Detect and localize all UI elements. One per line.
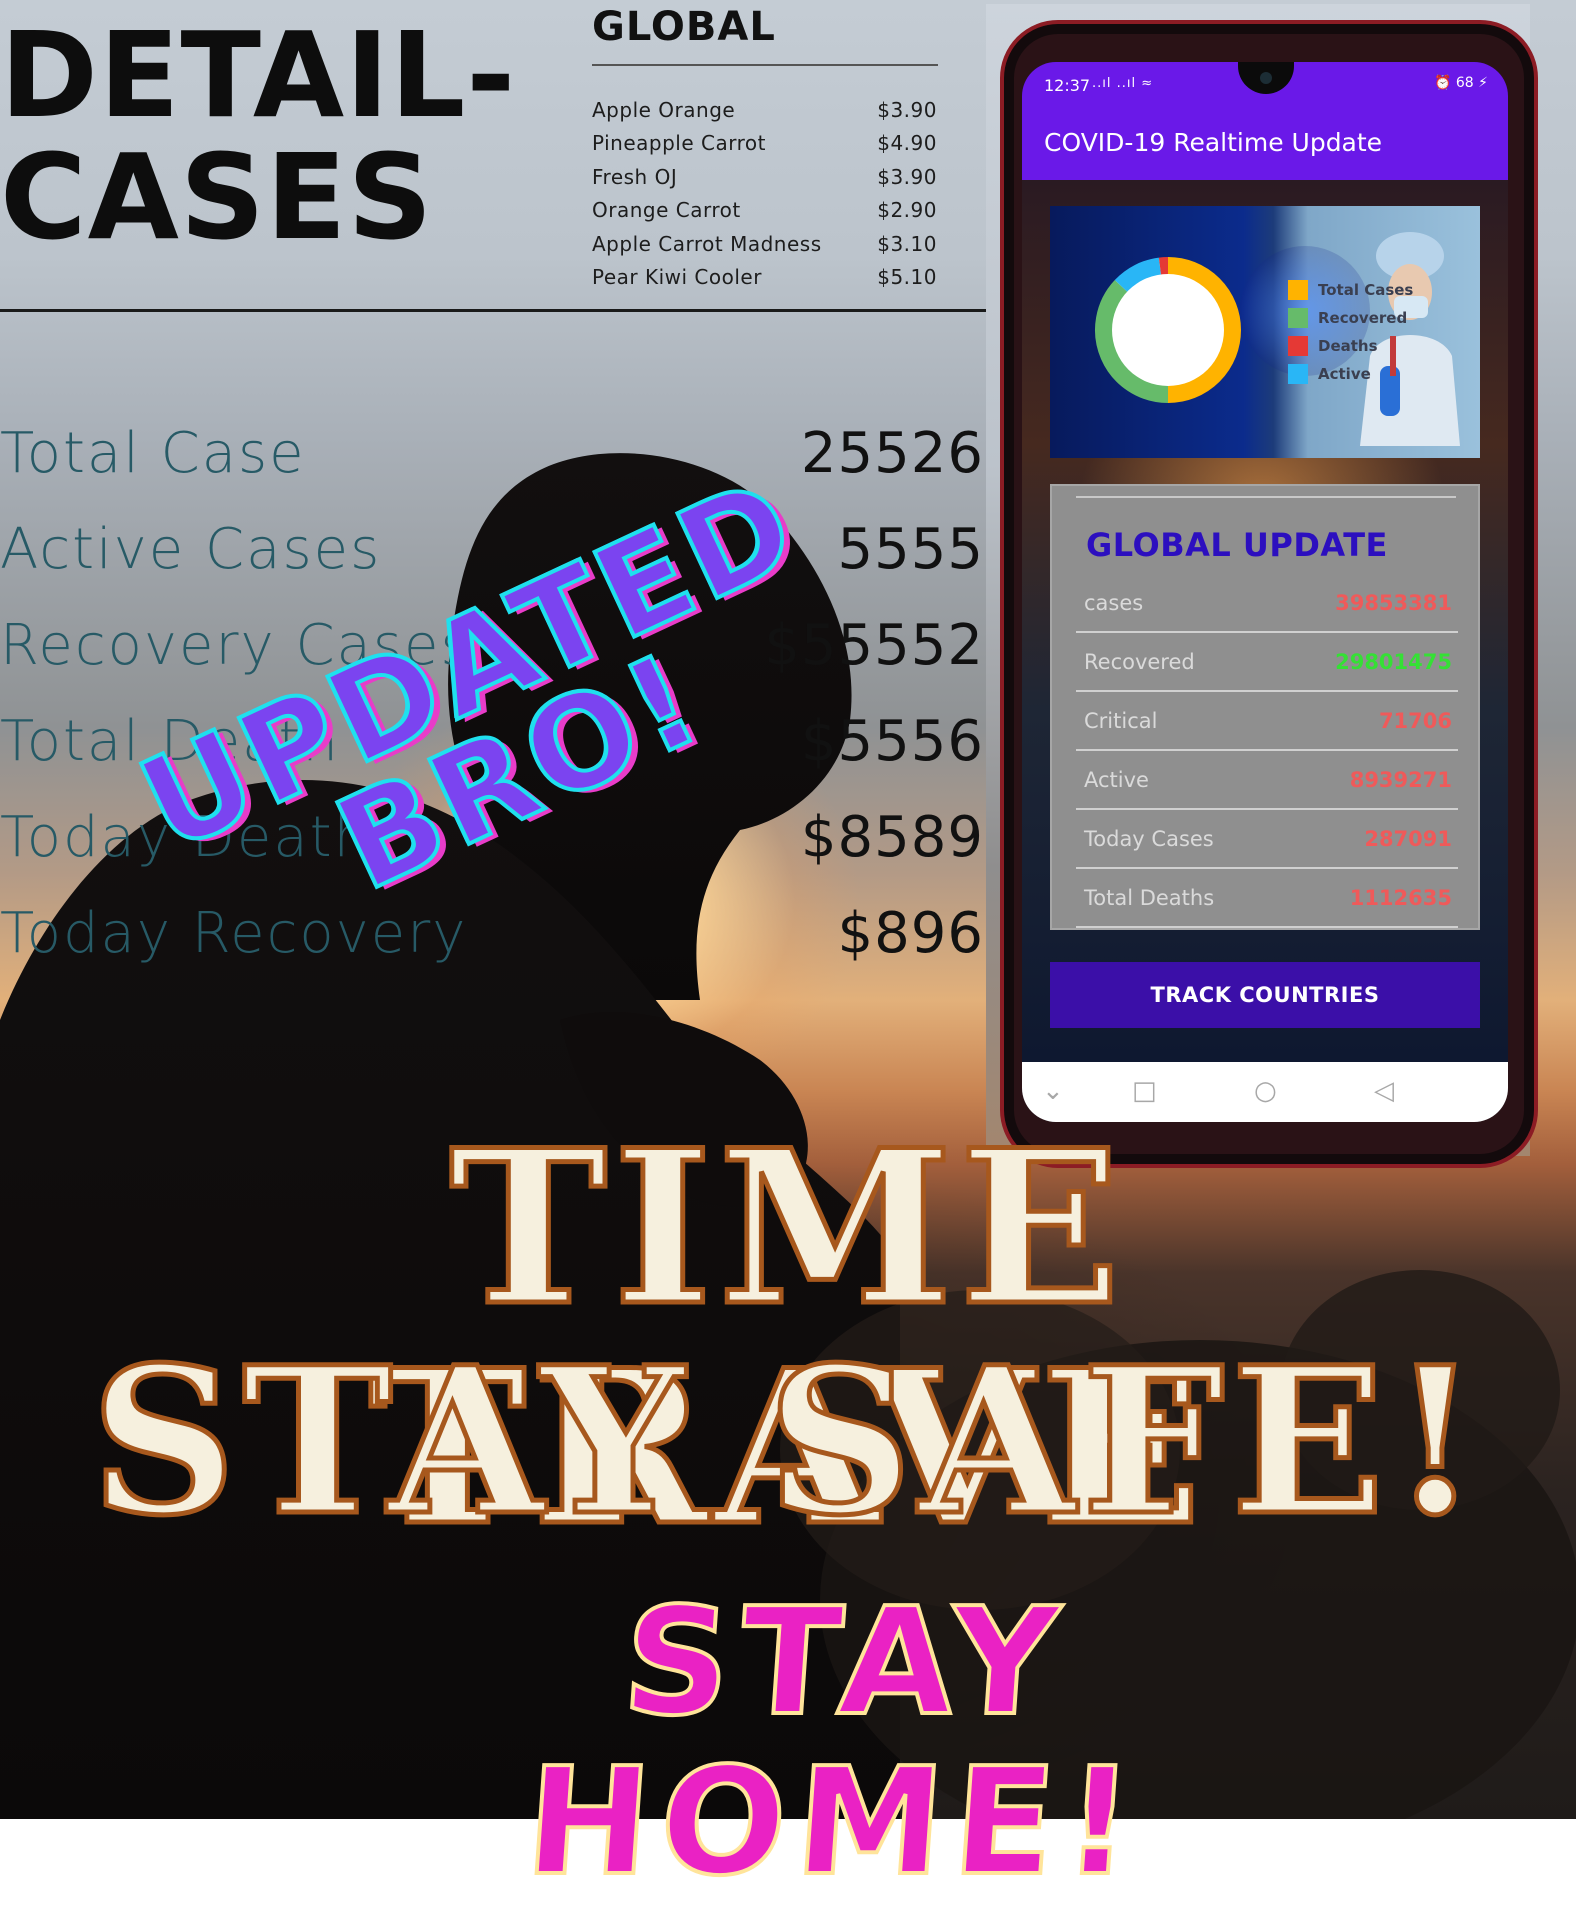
price-item: Pineapple Carrot $4.90 — [592, 131, 937, 164]
stat-row-total-deaths: Total Deaths 1112635 — [1076, 869, 1458, 928]
legend-item-recovered: Recovered — [1288, 304, 1468, 332]
stat-row-today-recovery: Today Recovery $896 — [0, 885, 984, 981]
home-icon[interactable]: ○ — [1254, 1078, 1277, 1104]
stat-label: Total Case — [0, 420, 306, 486]
price-item-name: Apple Orange — [592, 98, 736, 122]
price-item: Orange Carrot $2.90 — [592, 198, 937, 231]
donut-hole — [1112, 274, 1224, 386]
status-time: 12:37 — [1044, 76, 1091, 95]
legend-item-deaths: Deaths — [1288, 332, 1468, 360]
stat-value: $896 — [837, 900, 984, 966]
stat-label: Active Cases — [0, 516, 382, 582]
legend-label: Deaths — [1318, 337, 1378, 355]
stat-row-today-cases: Today Cases 287091 — [1076, 810, 1458, 869]
row-value: 287091 — [1364, 826, 1452, 851]
card-divider — [1076, 496, 1456, 498]
stat-row-recovered: Recovered 29801475 — [1076, 633, 1458, 692]
stat-value: 25526 — [800, 420, 984, 486]
legend-label: Recovered — [1318, 309, 1408, 327]
row-value: 39853381 — [1335, 590, 1452, 615]
row-label: Today Cases — [1084, 826, 1214, 851]
app-bar: COVID-19 Realtime Update — [1022, 108, 1508, 180]
signal-icon: ..ıl ..ıl ≈ — [1092, 76, 1154, 91]
price-item: Apple Orange $3.90 — [592, 98, 937, 131]
row-value: 29801475 — [1335, 649, 1452, 674]
back-icon[interactable]: ◁ — [1374, 1078, 1394, 1104]
global-heading: GLOBAL — [592, 4, 776, 50]
track-countries-button[interactable]: TRACK COUNTRIES — [1050, 962, 1480, 1028]
app-title: COVID-19 Realtime Update — [1044, 128, 1383, 157]
price-list: Apple Orange $3.90 Pineapple Carrot $4.90 … — [592, 98, 937, 298]
price-item-price: $3.90 — [877, 98, 937, 122]
legend-swatch — [1288, 336, 1308, 356]
row-value: 8939271 — [1349, 767, 1452, 792]
price-item-name: Pear Kiwi Cooler — [592, 264, 762, 289]
row-label: Recovered — [1084, 649, 1195, 674]
legend-label: Total Cases — [1318, 281, 1414, 299]
row-label: cases — [1084, 590, 1144, 615]
stat-value: $8589 — [800, 804, 984, 870]
row-value: 1112635 — [1349, 885, 1452, 910]
stat-row-cases: cases 39853381 — [1076, 574, 1458, 633]
recents-icon[interactable]: □ — [1132, 1078, 1157, 1104]
row-label: Total Deaths — [1084, 885, 1215, 910]
legend-item-total: Total Cases — [1288, 276, 1468, 304]
legend-swatch — [1288, 364, 1308, 384]
price-item-price: $3.10 — [877, 231, 937, 256]
legend-swatch — [1288, 308, 1308, 328]
chevron-down-icon[interactable]: ⌄ — [1042, 1078, 1064, 1104]
stat-value: 5555 — [837, 516, 984, 582]
price-item-price: $3.90 — [877, 164, 937, 189]
price-item-price: $2.90 — [877, 198, 937, 223]
legend-item-active: Active — [1288, 360, 1468, 388]
detail-cases-title: DETAIL- CASES — [0, 6, 517, 266]
card-title: GLOBAL UPDATE — [1086, 526, 1388, 564]
row-label: Active — [1084, 767, 1149, 792]
price-item-name: Apple Carrot Madness — [592, 231, 822, 256]
price-item: Apple Carrot Madness $3.10 — [592, 232, 937, 265]
battery-icon: ⏰ 68 ⚡ — [1434, 75, 1488, 91]
price-item-price: $5.10 — [877, 264, 937, 289]
tagline-stay-home: STAY HOME! — [519, 1574, 1151, 1908]
global-update-card: GLOBAL UPDATE cases 39853381 Recovered 298… — [1050, 484, 1480, 930]
headline-stay-safe: STAY SAFE! — [88, 1322, 1486, 1560]
global-divider — [592, 64, 938, 66]
legend-label: Active — [1318, 365, 1371, 383]
legend-swatch — [1288, 280, 1308, 300]
chart-banner: Total Cases Recovered Deaths Active — [1050, 206, 1480, 458]
stat-row-critical: Critical 71706 — [1076, 692, 1458, 751]
price-item: Fresh OJ $3.90 — [592, 165, 937, 198]
stat-row-total-case: Total Case 25526 — [0, 405, 984, 501]
price-item-name: Fresh OJ — [592, 164, 678, 189]
global-stats-list: cases 39853381 Recovered 29801475 Critical… — [1076, 574, 1458, 928]
price-item-name: Orange Carrot — [592, 198, 741, 223]
price-item-price: $4.90 — [877, 131, 937, 156]
row-label: Critical — [1084, 708, 1158, 733]
price-item: Pear Kiwi Cooler $5.10 — [592, 265, 937, 298]
section-divider — [0, 309, 988, 312]
stat-row-active: Active 8939271 — [1076, 751, 1458, 810]
phone-screen: 12:37 ..ıl ..ıl ≈ ⏰ 68 ⚡ COVID-19 Realti… — [1022, 62, 1508, 1122]
cases-donut-chart — [1095, 257, 1241, 403]
row-value: 71706 — [1378, 708, 1452, 733]
camera-icon — [1260, 72, 1272, 84]
donut-arc-deaths — [1158, 257, 1169, 276]
chart-legend: Total Cases Recovered Deaths Active — [1288, 276, 1468, 388]
price-item-name: Pineapple Carrot — [592, 131, 766, 156]
